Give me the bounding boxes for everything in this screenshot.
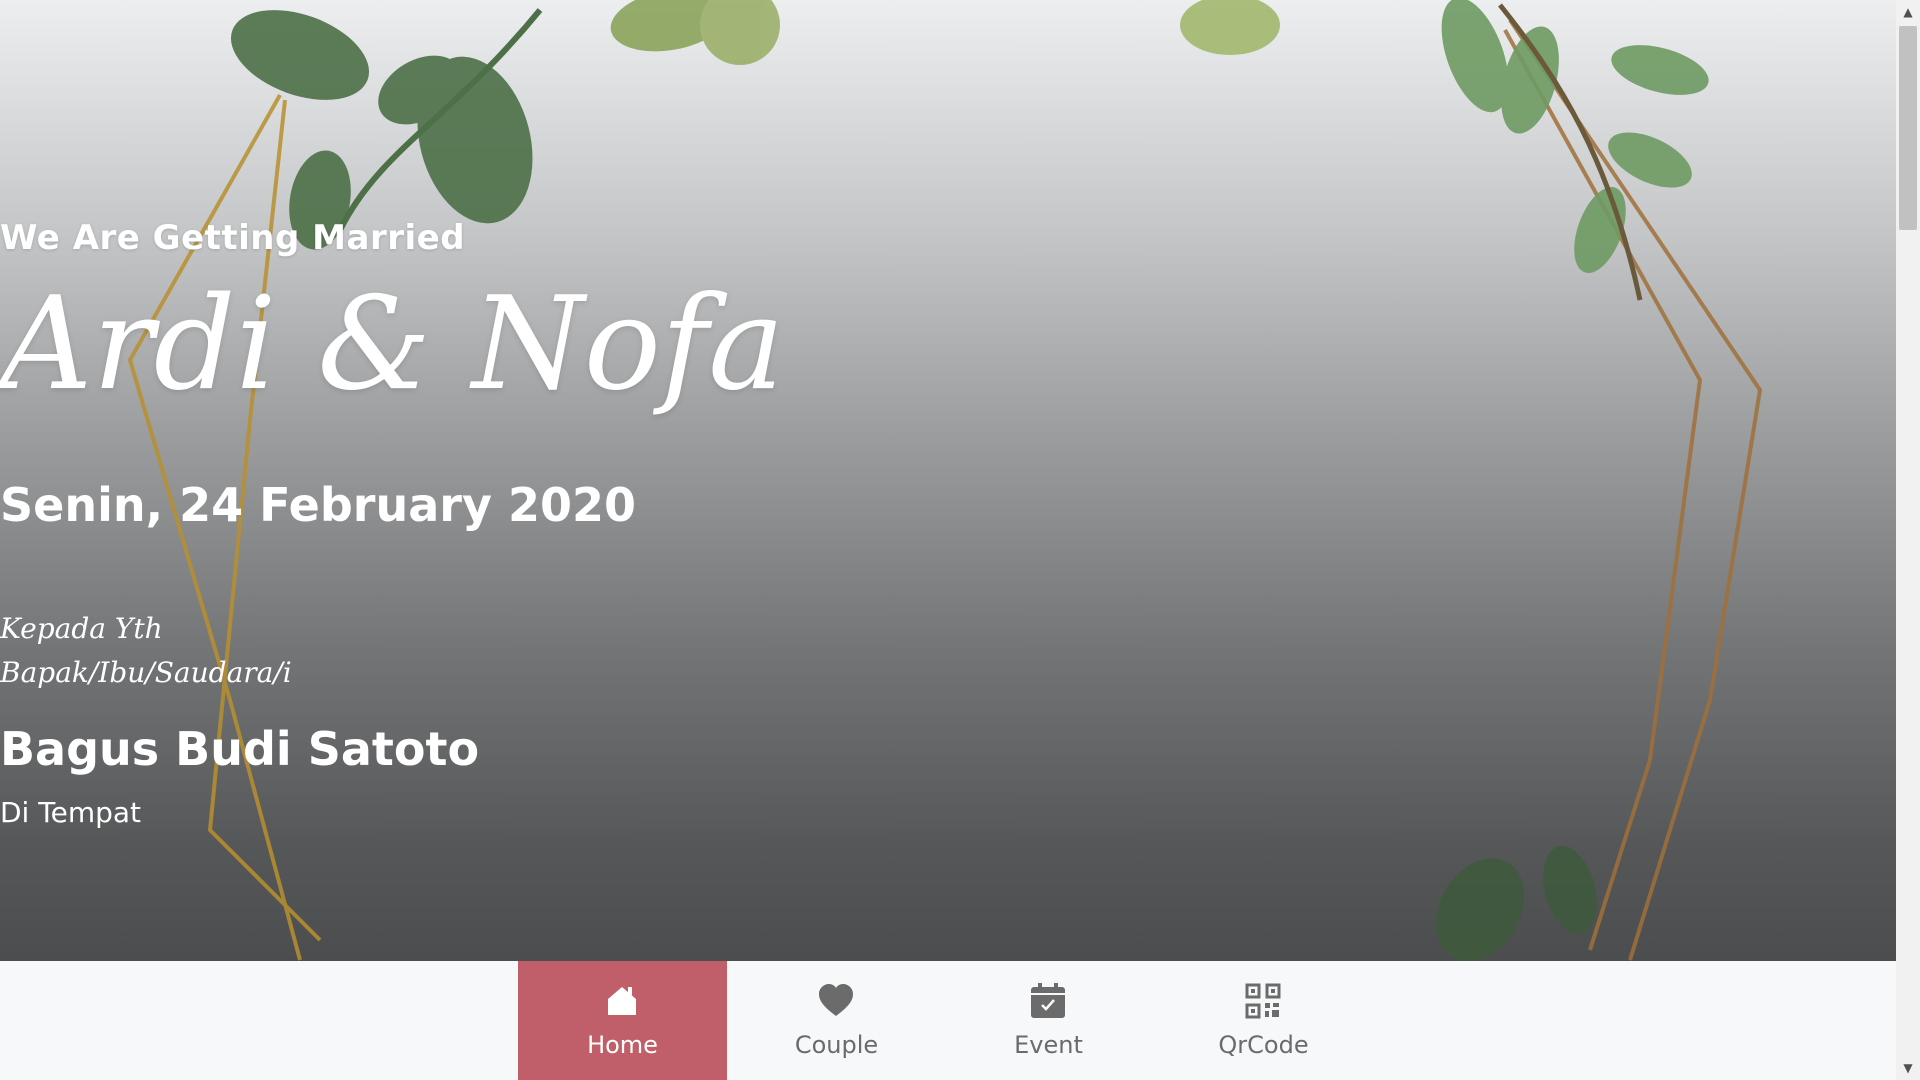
nav-event-label: Event xyxy=(1014,1031,1083,1059)
hero-section: We Are Getting Married Ardi & Nofa Senin… xyxy=(0,0,1896,961)
scroll-down-arrow-icon[interactable]: ▼ xyxy=(1896,1056,1920,1080)
bottom-navigation: Home Couple Event QrCode xyxy=(0,961,1896,1080)
location-note: Di Tempat xyxy=(0,796,141,829)
nav-couple[interactable]: Couple xyxy=(732,961,941,1080)
couple-names: Ardi & Nofa xyxy=(0,270,785,419)
nav-home[interactable]: Home xyxy=(518,961,727,1080)
leaves-bottom-right xyxy=(1435,846,1597,961)
nav-qrcode-label: QrCode xyxy=(1218,1031,1309,1059)
qrcode-icon xyxy=(1245,983,1281,1019)
leaves-top-left xyxy=(230,0,780,250)
vertical-scrollbar[interactable]: ▲ ▼ xyxy=(1896,0,1920,1080)
calendar-icon xyxy=(1031,983,1065,1018)
nav-event[interactable]: Event xyxy=(944,961,1153,1080)
nav-home-label: Home xyxy=(587,1031,658,1059)
scrollbar-thumb[interactable] xyxy=(1899,26,1917,230)
wedding-date: Senin, 24 February 2020 xyxy=(0,478,636,532)
home-icon xyxy=(608,987,636,1015)
salutation-line-1: Kepada Yth xyxy=(0,612,163,645)
guest-name: Bagus Budi Satoto xyxy=(0,722,480,776)
nav-qrcode[interactable]: QrCode xyxy=(1159,961,1368,1080)
scroll-up-arrow-icon[interactable]: ▲ xyxy=(1896,0,1920,24)
salutation-line-2: Bapak/Ibu/Saudara/i xyxy=(0,656,292,689)
nav-couple-label: Couple xyxy=(794,1031,879,1059)
heart-icon xyxy=(819,984,853,1016)
hero-subtitle: We Are Getting Married xyxy=(0,218,466,258)
